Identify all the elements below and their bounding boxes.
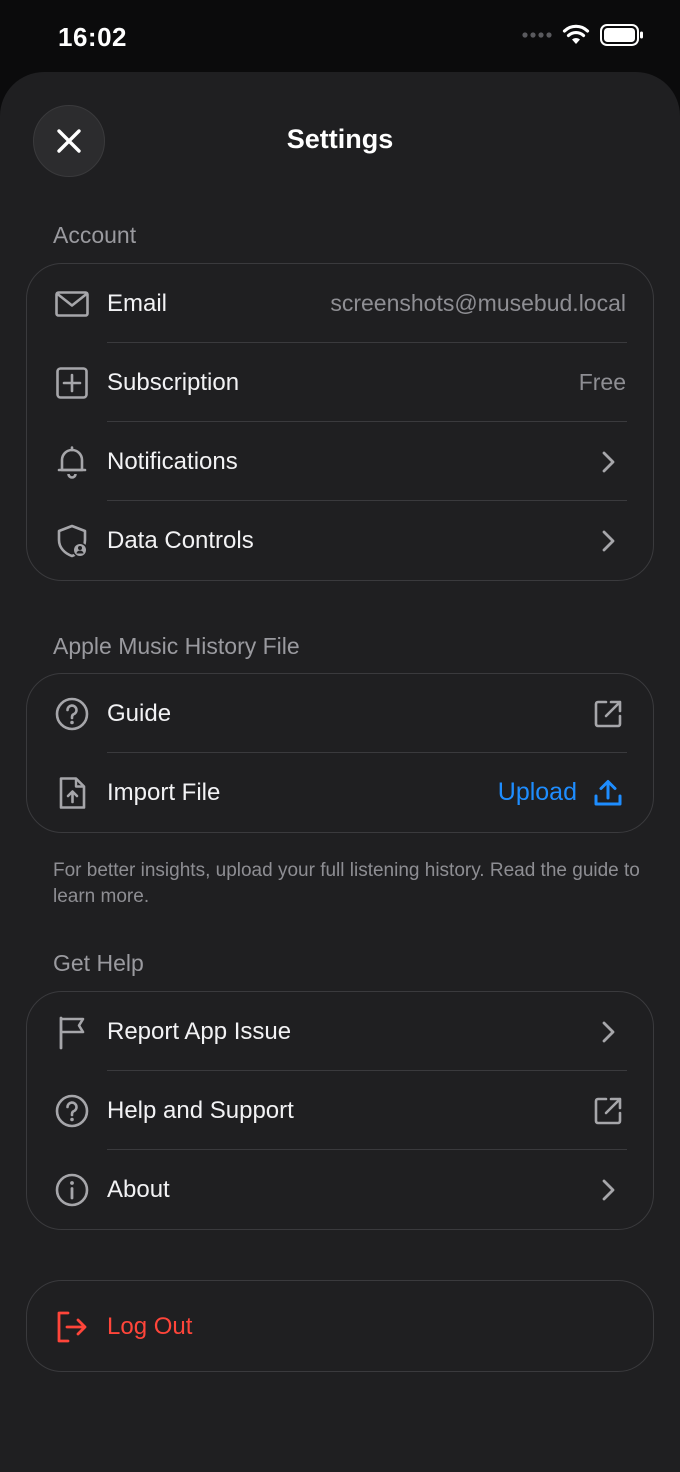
section-label-account: Account bbox=[53, 222, 137, 248]
upload-button[interactable]: Upload bbox=[498, 753, 623, 832]
file-upload-icon bbox=[59, 777, 86, 809]
subscription-label: Subscription bbox=[107, 369, 240, 396]
shield-user-icon bbox=[57, 524, 88, 558]
subscription-value: Free bbox=[578, 369, 626, 395]
settings-sheet: Settings Account Email screenshots@museb… bbox=[0, 72, 680, 1472]
upload-icon bbox=[594, 779, 622, 805]
plus-square-icon bbox=[56, 367, 88, 399]
page-title: Settings bbox=[286, 124, 394, 154]
status-icons bbox=[522, 24, 644, 46]
report-issue-row[interactable]: Report App Issue bbox=[27, 992, 653, 1071]
section-label-history: Apple Music History File bbox=[53, 633, 300, 659]
help-card: Report App Issue Help and Support About bbox=[26, 991, 654, 1230]
history-note: For better insights, upload your full li… bbox=[53, 860, 640, 907]
external-link-icon bbox=[594, 700, 622, 728]
import-file-row[interactable]: Import File Upload bbox=[27, 753, 653, 832]
wifi-icon bbox=[562, 24, 590, 44]
subscription-row[interactable]: Subscription Free bbox=[27, 343, 653, 422]
logout-row: Log Out bbox=[27, 1281, 653, 1373]
chevron-right-icon bbox=[602, 1021, 615, 1043]
logout-icon bbox=[57, 1311, 87, 1343]
cellular-signal-icon bbox=[522, 32, 552, 38]
bell-icon bbox=[57, 446, 87, 479]
notifications-row[interactable]: Notifications bbox=[27, 422, 653, 501]
about-label: About bbox=[107, 1176, 170, 1203]
notifications-label: Notifications bbox=[107, 448, 238, 475]
chevron-right-icon bbox=[602, 530, 615, 552]
chevron-right-icon bbox=[602, 1179, 615, 1201]
logout-label: Log Out bbox=[107, 1313, 193, 1340]
import-file-label: Import File bbox=[107, 779, 221, 806]
battery-icon bbox=[600, 24, 643, 46]
section-label-help: Get Help bbox=[53, 950, 144, 976]
question-circle-icon bbox=[55, 1094, 89, 1128]
flag-icon bbox=[59, 1016, 85, 1050]
info-circle-icon bbox=[55, 1173, 89, 1207]
question-circle-icon bbox=[55, 697, 89, 731]
help-support-label: Help and Support bbox=[107, 1097, 294, 1124]
logout-button[interactable]: Log Out bbox=[26, 1280, 654, 1372]
history-card: Guide Import File Upload bbox=[26, 673, 654, 833]
data-controls-label: Data Controls bbox=[107, 527, 254, 554]
mail-icon bbox=[55, 291, 89, 317]
status-bar: 16:02 bbox=[0, 0, 680, 72]
email-label: Email bbox=[107, 290, 168, 317]
chevron-right-icon bbox=[602, 451, 615, 473]
email-value: screenshots@musebud.local bbox=[330, 290, 626, 316]
email-row[interactable]: Email screenshots@musebud.local bbox=[27, 264, 653, 343]
data-controls-row[interactable]: Data Controls bbox=[27, 501, 653, 580]
external-link-icon bbox=[594, 1097, 622, 1125]
about-row[interactable]: About bbox=[27, 1150, 653, 1229]
account-card: Email screenshots@musebud.local Subscrip… bbox=[26, 263, 654, 581]
help-support-row[interactable]: Help and Support bbox=[27, 1071, 653, 1150]
status-time: 16:02 bbox=[58, 22, 127, 52]
guide-label: Guide bbox=[107, 700, 172, 727]
report-issue-label: Report App Issue bbox=[107, 1018, 292, 1045]
upload-label: Upload bbox=[497, 778, 577, 806]
guide-row[interactable]: Guide bbox=[27, 674, 653, 753]
